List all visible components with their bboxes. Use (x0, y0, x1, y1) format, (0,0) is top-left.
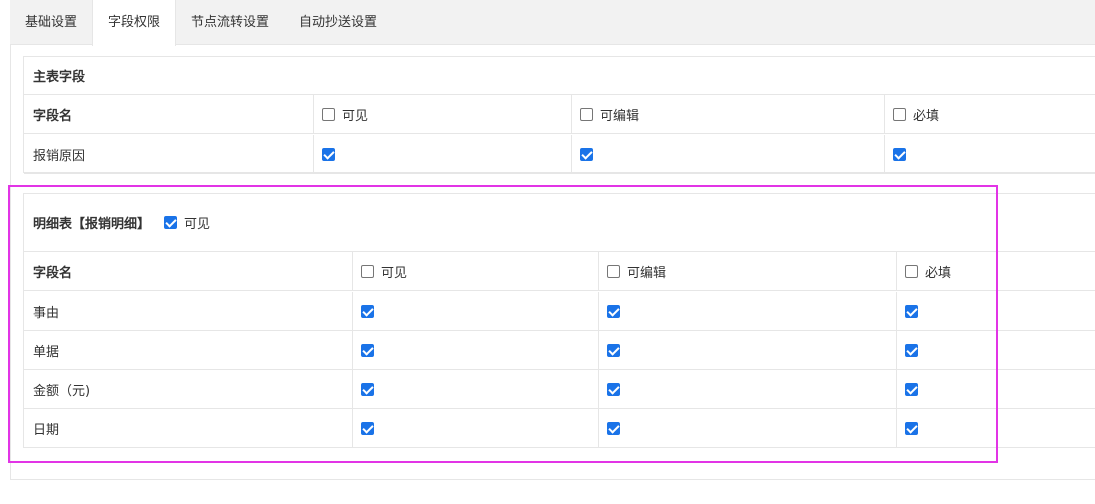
visible-cell (352, 292, 598, 331)
detail-table-title: 明细表【报销明细】 (33, 217, 151, 232)
main-fields-header: 主表字段 (24, 57, 1095, 95)
column-header-visible: 可见 (352, 252, 598, 291)
editable-cell (571, 135, 884, 174)
required-checkbox[interactable] (905, 305, 918, 318)
editable-cell (598, 292, 896, 331)
detail-visible-all-checkbox[interactable] (361, 265, 374, 278)
required-cell (896, 370, 1095, 409)
required-cell (896, 292, 1095, 331)
column-header-visible-label: 可见 (381, 266, 408, 281)
editable-cell (598, 370, 896, 409)
required-cell (896, 331, 1095, 370)
visible-checkbox[interactable] (361, 422, 374, 435)
required-checkbox[interactable] (905, 422, 918, 435)
visible-cell (313, 135, 571, 174)
tab-auto-cc-settings[interactable]: 自动抄送设置 (284, 0, 392, 45)
detail-table-panel: 明细表【报销明细】 可见 字段名 可见 可编辑 必填 事由 单据 金额（元) 日… (23, 193, 1095, 448)
tab-field-permissions[interactable]: 字段权限 (92, 0, 177, 46)
main-table-header-row: 字段名 可见 可编辑 必填 (24, 95, 1095, 134)
field-name-cell: 报销原因 (33, 149, 86, 164)
field-name-cell: 金额（元) (33, 384, 91, 399)
table-row: 报销原因 (24, 135, 1095, 174)
editable-cell (598, 331, 896, 370)
column-header-editable-label: 可编辑 (627, 266, 667, 281)
editable-cell (598, 409, 896, 448)
visible-checkbox[interactable] (361, 383, 374, 396)
detail-table-header: 明细表【报销明细】 可见 (24, 194, 1095, 252)
detail-table-header-row: 字段名 可见 可编辑 必填 (24, 252, 1095, 291)
main-required-all-checkbox[interactable] (893, 108, 906, 121)
editable-checkbox[interactable] (607, 305, 620, 318)
main-editable-all-checkbox[interactable] (580, 108, 593, 121)
field-name-cell: 日期 (33, 423, 60, 438)
main-fields-panel: 主表字段 字段名 可见 可编辑 必填 报销原因 (23, 56, 1095, 174)
tab-node-flow-settings[interactable]: 节点流转设置 (176, 0, 284, 45)
required-cell (896, 409, 1095, 448)
tab-bar: 基础设置 字段权限 节点流转设置 自动抄送设置 (10, 0, 1095, 46)
visible-cell (352, 331, 598, 370)
column-header-field-name: 字段名 (33, 266, 73, 281)
tab-basic-settings[interactable]: 基础设置 (10, 0, 92, 45)
main-visible-all-checkbox[interactable] (322, 108, 335, 121)
required-checkbox[interactable] (905, 344, 918, 357)
editable-checkbox[interactable] (607, 344, 620, 357)
column-header-editable-label: 可编辑 (600, 109, 640, 124)
main-fields-title: 主表字段 (33, 70, 86, 85)
column-header-required: 必填 (884, 95, 1095, 134)
visible-cell (352, 370, 598, 409)
editable-checkbox[interactable] (607, 422, 620, 435)
visible-checkbox[interactable] (361, 344, 374, 357)
visible-checkbox[interactable] (361, 305, 374, 318)
field-name-cell: 单据 (33, 345, 60, 360)
table-row: 事由 (24, 292, 1095, 331)
column-header-field-name: 字段名 (33, 109, 73, 124)
column-header-visible-label: 可见 (342, 109, 369, 124)
editable-checkbox[interactable] (607, 383, 620, 396)
detail-required-all-checkbox[interactable] (905, 265, 918, 278)
column-header-required-label: 必填 (913, 109, 940, 124)
column-header-required: 必填 (896, 252, 1095, 291)
editable-checkbox[interactable] (580, 148, 593, 161)
column-header-visible: 可见 (313, 95, 571, 134)
field-name-cell: 事由 (33, 306, 60, 321)
detail-editable-all-checkbox[interactable] (607, 265, 620, 278)
visible-checkbox[interactable] (322, 148, 335, 161)
table-row: 日期 (24, 409, 1095, 448)
visible-cell (352, 409, 598, 448)
table-row: 金额（元) (24, 370, 1095, 409)
required-checkbox[interactable] (905, 383, 918, 396)
column-header-editable: 可编辑 (571, 95, 884, 134)
column-header-editable: 可编辑 (598, 252, 896, 291)
column-header-required-label: 必填 (925, 266, 952, 281)
table-row: 单据 (24, 331, 1095, 370)
required-checkbox[interactable] (893, 148, 906, 161)
detail-table-visible-checkbox[interactable] (164, 216, 178, 229)
detail-table-visible-label: 可见 (184, 217, 211, 232)
required-cell (884, 135, 1095, 174)
